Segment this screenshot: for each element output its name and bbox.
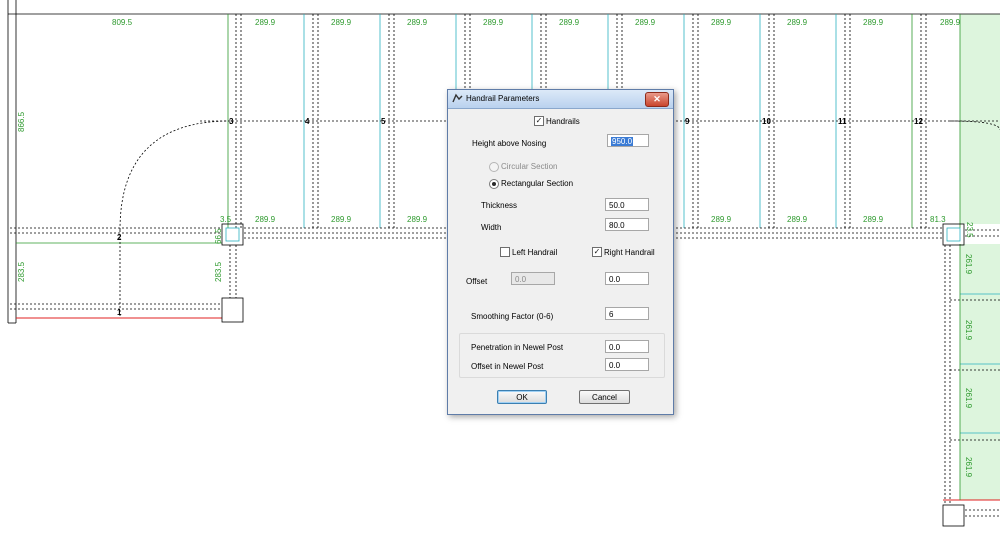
handrail-parameters-dialog: Handrail Parameters ✕ ✓ Handrails Height… bbox=[447, 89, 674, 415]
right-handrail-checkbox[interactable]: ✓ bbox=[592, 247, 602, 257]
dimension-label: 289.9 bbox=[711, 18, 732, 27]
smoothing-factor-input[interactable]: 6 bbox=[605, 307, 649, 320]
width-label: Width bbox=[481, 223, 502, 232]
dimension-label: 289.9 bbox=[863, 215, 884, 224]
newel-post[interactable] bbox=[942, 504, 965, 527]
step-number: 3 bbox=[229, 117, 234, 126]
cancel-button[interactable]: Cancel bbox=[579, 390, 630, 404]
newel-post-inner bbox=[225, 227, 240, 242]
rectangular-section-radio[interactable] bbox=[489, 179, 499, 189]
newel-post-inner bbox=[946, 227, 961, 242]
circular-section-radio[interactable] bbox=[489, 162, 499, 172]
left-handrail-checkbox[interactable] bbox=[500, 247, 510, 257]
thickness-label: Thickness bbox=[481, 201, 518, 210]
dimension-label: 289.9 bbox=[863, 18, 884, 27]
step-number: 12 bbox=[914, 117, 923, 126]
dimension-label: 289.9 bbox=[483, 18, 504, 27]
step-number: 4 bbox=[305, 117, 310, 126]
dimension-label: 809.5 bbox=[112, 18, 133, 27]
left-handrail-label: Left Handrail bbox=[512, 248, 558, 257]
handrails-label: Handrails bbox=[546, 117, 580, 126]
dimension-label: 289.9 bbox=[331, 215, 352, 224]
height-above-nosing-input[interactable]: 950.0 bbox=[607, 134, 649, 147]
circular-section-label: Circular Section bbox=[501, 162, 558, 171]
penetration-label: Penetration in Newel Post bbox=[471, 343, 564, 352]
dimension-label: 283.5 bbox=[214, 261, 223, 282]
dimension-label: 261.9 bbox=[964, 457, 973, 478]
height-label: Height above Nosing bbox=[472, 139, 547, 148]
dimension-label: 81.3 bbox=[930, 215, 946, 224]
step-number: 11 bbox=[838, 117, 847, 126]
dimension-label: 289.9 bbox=[255, 215, 276, 224]
newel-post[interactable] bbox=[221, 223, 244, 246]
newel-post[interactable] bbox=[942, 223, 965, 246]
dimension-label: 289.9 bbox=[255, 18, 276, 27]
offset-left-input[interactable]: 0.0 bbox=[511, 272, 555, 285]
dimension-label: 289.9 bbox=[635, 18, 656, 27]
dimension-label: 289.9 bbox=[407, 18, 428, 27]
dimension-label: 66.5 bbox=[214, 228, 223, 244]
top-dimensions: 809.5 289.9 289.9 289.9 289.9 289.9 289.9 289.9… bbox=[112, 18, 961, 27]
height-value: 950.0 bbox=[611, 137, 634, 146]
dimension-label: 289.9 bbox=[407, 215, 428, 224]
dimension-label: 23.5 bbox=[965, 222, 974, 238]
thickness-input[interactable]: 50.0 bbox=[605, 198, 649, 211]
step-number: 9 bbox=[685, 117, 690, 126]
width-input[interactable]: 80.0 bbox=[605, 218, 649, 231]
dimension-label: 866.5 bbox=[17, 111, 26, 132]
step-number: 5 bbox=[381, 117, 386, 126]
offset-right-input[interactable]: 0.0 bbox=[605, 272, 649, 285]
walking-line-arc bbox=[119, 120, 231, 231]
dialog-title: Handrail Parameters bbox=[466, 94, 540, 103]
dimension-label: 283.5 bbox=[17, 261, 26, 282]
step-number: 2 bbox=[117, 233, 122, 242]
handrails-checkbox[interactable]: ✓ bbox=[534, 116, 544, 126]
rectangular-section-label: Rectangular Section bbox=[501, 179, 574, 188]
dimension-label: 261.9 bbox=[964, 320, 973, 341]
penetration-input[interactable]: 0.0 bbox=[605, 340, 649, 353]
dimension-label: 289.9 bbox=[711, 215, 732, 224]
dialog-titlebar[interactable]: Handrail Parameters ✕ bbox=[448, 90, 673, 109]
offset-newel-label: Offset in Newel Post bbox=[471, 362, 544, 371]
newel-post[interactable] bbox=[221, 297, 244, 323]
step-number: 10 bbox=[762, 117, 771, 126]
dimension-label: 289.9 bbox=[787, 18, 808, 27]
dimension-label: 289.9 bbox=[331, 18, 352, 27]
smoothing-label: Smoothing Factor (0-6) bbox=[471, 312, 554, 321]
dimension-label: 3.5 bbox=[220, 215, 232, 224]
offset-newel-input[interactable]: 0.0 bbox=[605, 358, 649, 371]
landing-highlight bbox=[960, 14, 1000, 224]
offset-label: Offset bbox=[466, 277, 488, 286]
close-button[interactable]: ✕ bbox=[645, 92, 669, 107]
dimension-label: 289.9 bbox=[940, 18, 961, 27]
ok-button[interactable]: OK bbox=[497, 390, 547, 404]
dimension-label: 261.9 bbox=[964, 254, 973, 275]
dimension-label: 289.9 bbox=[787, 215, 808, 224]
right-handrail-label: Right Handrail bbox=[604, 248, 655, 257]
step-number: 1 bbox=[117, 308, 122, 317]
dimension-label: 289.9 bbox=[559, 18, 580, 27]
app-icon bbox=[452, 93, 463, 103]
dimension-label: 261.9 bbox=[964, 388, 973, 409]
